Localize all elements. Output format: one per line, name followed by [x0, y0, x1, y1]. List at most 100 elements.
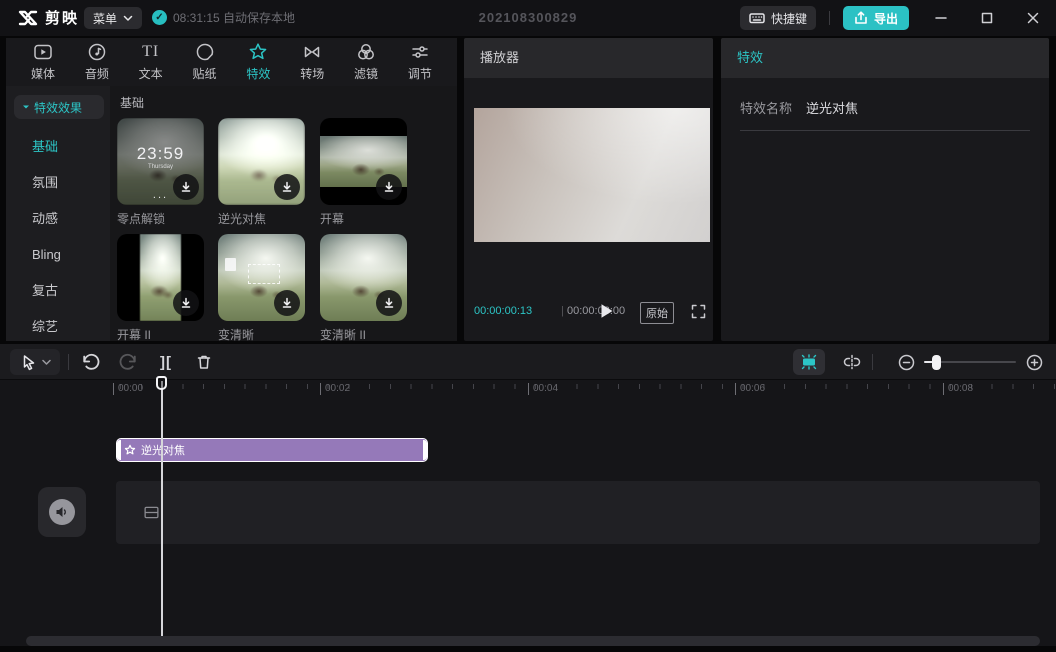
minimize-icon	[935, 12, 947, 24]
timeline-zoom-slider[interactable]	[924, 356, 1016, 368]
fullscreen-icon[interactable]	[691, 304, 706, 319]
effect-name: 变清晰	[218, 326, 305, 343]
inspector-divider	[740, 130, 1030, 131]
toolbar-separator	[872, 354, 873, 370]
playhead-line	[161, 381, 163, 636]
tab-audio[interactable]: 音频	[74, 42, 120, 86]
redo-button[interactable]	[114, 349, 142, 375]
current-timecode: 00:00:00:13	[474, 305, 532, 317]
download-icon[interactable]	[376, 290, 402, 316]
category-item-ambience[interactable]: 氛围	[6, 171, 110, 195]
category-sidebar: 特效效果 基础 氛围 动感 Bling 复古 综艺	[6, 86, 110, 341]
timeline-toolbar: ][	[0, 344, 1056, 380]
window-minimize-button[interactable]	[926, 4, 956, 32]
inspector-title: 特效	[721, 38, 1049, 78]
ruler-label: 00:02	[320, 383, 350, 395]
effect-thumbnail[interactable]	[117, 234, 204, 321]
video-track[interactable]	[116, 481, 1040, 544]
toolbar-separator	[68, 354, 69, 370]
focus-chip	[225, 258, 236, 271]
tab-text[interactable]: TI 文本	[128, 42, 174, 86]
ruler-label: 00:06	[735, 383, 765, 395]
snap-toggle-button[interactable]	[793, 349, 825, 375]
category-item-retro[interactable]: 复古	[6, 279, 110, 303]
effect-thumbnail[interactable]	[320, 234, 407, 321]
effect-card-open-2[interactable]: 开幕 II	[117, 234, 204, 343]
select-tool-button[interactable]	[10, 349, 60, 375]
sticker-icon	[195, 42, 215, 62]
effect-name-label: 特效名称	[740, 98, 792, 117]
total-duration: 00:00:03:00	[567, 305, 625, 317]
download-icon[interactable]	[173, 290, 199, 316]
tab-sticker[interactable]: 贴纸	[182, 42, 228, 86]
app-window: 剪映 菜单 ✓ 08:31:15 自动保存本地 202108300829 快捷键…	[0, 0, 1056, 652]
zoom-in-button[interactable]	[1020, 349, 1048, 375]
effect-card-backlight-focus[interactable]: 逆光对焦	[218, 118, 305, 227]
window-maximize-button[interactable]	[972, 4, 1002, 32]
split-icon: ][	[160, 354, 172, 371]
slider-handle[interactable]	[932, 355, 941, 370]
effect-card-sharpen[interactable]: 变清晰	[218, 234, 305, 343]
category-group-effects[interactable]: 特效效果	[14, 95, 104, 119]
shortcuts-button[interactable]: 快捷键	[740, 6, 816, 30]
zoom-in-icon	[1026, 354, 1043, 371]
triangle-down-icon	[22, 103, 30, 111]
media-icon	[33, 42, 53, 62]
download-icon[interactable]	[274, 290, 300, 316]
category-item-dynamic[interactable]: 动感	[6, 207, 110, 231]
effect-name: 变清晰 II	[320, 326, 407, 343]
text-icon: TI	[142, 42, 159, 62]
download-icon[interactable]	[376, 174, 402, 200]
effect-thumbnail[interactable]: 23:59 Thursday ...	[117, 118, 204, 205]
category-item-basic[interactable]: 基础	[6, 135, 110, 159]
film-strip-icon	[143, 504, 160, 521]
effect-name-value: 逆光对焦	[806, 98, 858, 117]
video-preview[interactable]	[474, 108, 710, 242]
category-item-bling[interactable]: Bling	[6, 243, 110, 267]
download-icon[interactable]	[274, 174, 300, 200]
effect-card-unlock[interactable]: 23:59 Thursday ... 零点解锁	[117, 118, 204, 227]
effects-grid: 基础 23:59 Thursday ... 零点解锁	[110, 86, 457, 341]
window-close-button[interactable]	[1018, 4, 1048, 32]
effect-name: 逆光对焦	[218, 210, 305, 227]
timeline-ruler[interactable]: 00:00 00:02 00:04 00:06 00:08	[110, 381, 1056, 399]
ruler-label: 00:08	[943, 383, 973, 395]
tab-filter[interactable]: 滤镜	[343, 42, 389, 86]
timeline-section: ][	[0, 344, 1056, 646]
effects-star-icon	[248, 42, 268, 62]
titlebar-separator	[829, 11, 830, 25]
timeline-horizontal-scrollbar[interactable]	[26, 636, 1040, 646]
delete-button[interactable]	[190, 349, 218, 375]
effects-section-title: 基础	[120, 94, 144, 111]
effect-name: 零点解锁	[117, 210, 204, 227]
keyboard-icon	[749, 11, 765, 25]
titlebar: 剪映 菜单 ✓ 08:31:15 自动保存本地 202108300829 快捷键…	[0, 0, 1056, 36]
tab-adjust[interactable]: 调节	[397, 42, 443, 86]
aspect-ratio-button[interactable]: 原始	[640, 302, 674, 324]
maximize-icon	[981, 12, 993, 24]
preview-axis-button[interactable]	[838, 349, 866, 375]
download-icon[interactable]	[173, 174, 199, 200]
effect-thumbnail[interactable]	[218, 234, 305, 321]
effect-thumbnail[interactable]	[218, 118, 305, 205]
effect-card-open[interactable]: 开幕	[320, 118, 407, 227]
effect-clip[interactable]: 逆光对焦	[116, 438, 428, 462]
effect-card-sharpen-2[interactable]: 变清晰 II	[320, 234, 407, 343]
play-button[interactable]	[600, 303, 614, 319]
tab-transition[interactable]: 转场	[289, 42, 335, 86]
player-title: 播放器	[464, 38, 713, 78]
zoom-out-button[interactable]	[892, 349, 920, 375]
track-mute-button[interactable]	[38, 487, 86, 537]
tab-media[interactable]: 媒体	[20, 42, 66, 86]
split-button[interactable]: ][	[152, 349, 180, 375]
redo-icon	[119, 353, 138, 371]
playhead-handle[interactable]	[156, 376, 167, 390]
trash-icon	[195, 353, 213, 371]
undo-button[interactable]	[76, 349, 104, 375]
category-item-variety[interactable]: 综艺	[6, 315, 110, 339]
ruler-label: 00:04	[528, 383, 558, 395]
close-icon	[1027, 12, 1039, 24]
export-button[interactable]: 导出	[843, 6, 909, 30]
effect-thumbnail[interactable]	[320, 118, 407, 205]
tab-effects[interactable]: 特效	[235, 42, 281, 86]
